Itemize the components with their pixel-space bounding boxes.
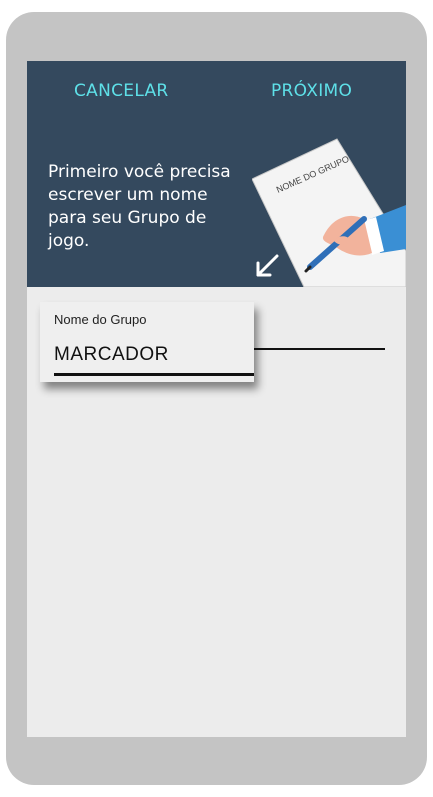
- group-name-input[interactable]: MARCADOR: [54, 344, 169, 366]
- app-screen: CANCELAR PRÓXIMO Primeiro você precisa e…: [27, 61, 406, 737]
- input-line-extension: [254, 348, 385, 350]
- intro-text: Primeiro você precisa escrever um nome p…: [48, 162, 231, 251]
- hand-writing-illustration: NOME DO GRUPO: [252, 138, 406, 287]
- group-name-label: Nome do Grupo: [54, 312, 147, 327]
- cancel-button[interactable]: CANCELAR: [74, 81, 169, 101]
- group-name-field[interactable]: Nome do Grupo MARCADOR: [40, 302, 254, 382]
- next-button[interactable]: PRÓXIMO: [271, 81, 352, 101]
- header-panel: CANCELAR PRÓXIMO Primeiro você precisa e…: [27, 61, 406, 287]
- field-underline: [54, 373, 254, 376]
